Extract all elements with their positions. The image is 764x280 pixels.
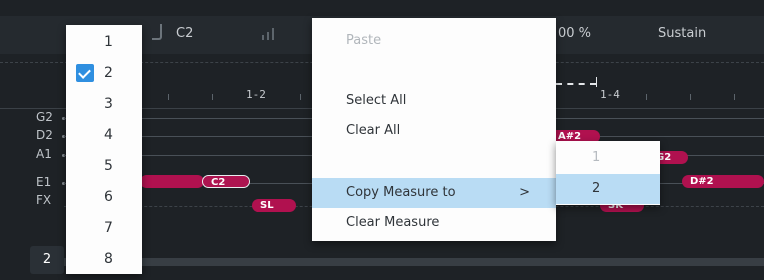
- note-sl[interactable]: SL: [252, 199, 296, 212]
- menu-item-label: Select All: [346, 93, 407, 108]
- number-menu-item-7[interactable]: 7: [66, 213, 142, 243]
- ruler-tick: [646, 94, 647, 100]
- menu-item-label: 7: [104, 220, 113, 236]
- context-menu: Paste Select All Clear All Copy Measure …: [312, 18, 556, 241]
- ruler-tick: [212, 94, 213, 100]
- number-menu-item-3[interactable]: 3: [66, 89, 142, 119]
- menu-item-clear-all[interactable]: Clear All: [312, 116, 556, 146]
- number-menu-item-5[interactable]: 5: [66, 151, 142, 181]
- string-label-e1: E1: [36, 175, 52, 189]
- note-c2[interactable]: C2: [202, 175, 250, 188]
- menu-item-label: 1: [104, 34, 113, 50]
- menu-item-label: 1: [592, 150, 601, 165]
- menu-item-label: Clear All: [346, 123, 401, 138]
- menu-item-label: 2: [104, 65, 113, 81]
- note-value-label[interactable]: C2: [176, 26, 193, 41]
- number-menu-item-1[interactable]: 1: [66, 27, 142, 57]
- menu-item-label: 4: [104, 127, 113, 143]
- menu-item-label: 3: [104, 96, 113, 112]
- menu-item-label: 6: [104, 189, 113, 205]
- string-label-d2: D2: [36, 128, 53, 142]
- submenu-item-2[interactable]: 2: [556, 174, 660, 204]
- menu-item-label: Paste: [346, 33, 382, 48]
- ruler-tick: [300, 94, 301, 100]
- menu-item-label: Clear Measure: [346, 215, 440, 230]
- note-sustain-bar[interactable]: [140, 175, 204, 188]
- menu-item-copy-measure-to[interactable]: Copy Measure to >: [312, 178, 556, 208]
- chevron-right-icon: >: [519, 185, 530, 200]
- menu-item-label: 8: [104, 251, 113, 267]
- measure-label: 1-2: [246, 88, 266, 101]
- sustain-label[interactable]: Sustain: [658, 26, 706, 41]
- loop-marker[interactable]: [556, 83, 596, 85]
- submenu-item-1[interactable]: 1: [556, 143, 660, 173]
- menu-item-label: Copy Measure to: [346, 185, 456, 200]
- note-d-sharp2[interactable]: D#2: [682, 175, 764, 188]
- check-icon: [76, 64, 94, 82]
- loop-marker-end: [596, 77, 597, 87]
- menu-item-paste[interactable]: Paste: [312, 26, 556, 56]
- string-label-g2: G2: [36, 110, 53, 124]
- measure-label: 1-4: [600, 88, 620, 101]
- measure-scroll-track[interactable]: [64, 258, 764, 266]
- note-icon: [152, 24, 162, 40]
- menu-item-select-all[interactable]: Select All: [312, 86, 556, 116]
- menu-item-clear-measure[interactable]: Clear Measure: [312, 208, 556, 238]
- string-label-a1: A1: [36, 147, 52, 161]
- number-menu-item-6[interactable]: 6: [66, 182, 142, 212]
- measure-selector[interactable]: 2: [30, 246, 64, 274]
- number-dropdown-menu: 1 2 3 4 5 6 7 8: [66, 25, 142, 274]
- menu-item-label: 5: [104, 158, 113, 174]
- ruler-tick: [168, 94, 169, 100]
- string-label-fx: FX: [36, 193, 52, 207]
- percent-value[interactable]: 00 %: [558, 26, 591, 41]
- ruler-tick: [734, 94, 735, 100]
- number-menu-item-2[interactable]: 2: [66, 58, 142, 88]
- menu-item-label: 2: [592, 181, 601, 196]
- number-menu-item-4[interactable]: 4: [66, 120, 142, 150]
- ruler-tick: [690, 94, 691, 100]
- copy-measure-submenu: 1 2: [556, 141, 660, 205]
- number-menu-item-8[interactable]: 8: [66, 244, 142, 274]
- velocity-bars-icon[interactable]: [262, 26, 280, 40]
